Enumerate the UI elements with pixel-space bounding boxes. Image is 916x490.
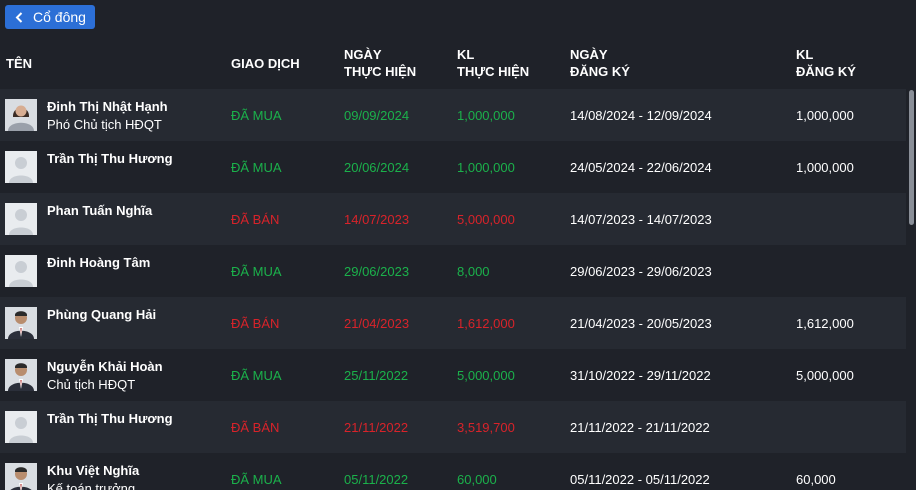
transaction-type: ĐÃ MUA (231, 108, 282, 123)
exec-volume: 8,000 (457, 264, 490, 279)
reg-volume: 1,612,000 (796, 316, 854, 331)
chevron-left-icon (15, 11, 23, 23)
table-row[interactable]: Trần Thị Thu Hương ĐÃ BÁN 21/11/2022 3,519,… (0, 401, 906, 453)
avatar (5, 99, 37, 131)
avatar (5, 307, 37, 339)
reg-volume: 1,000,000 (796, 108, 854, 123)
exec-date: 09/09/2024 (344, 108, 410, 123)
reg-volume: 1,000,000 (796, 160, 854, 175)
exec-volume: 5,000,000 (457, 368, 515, 383)
shareholder-name[interactable]: Phùng Quang Hải (47, 307, 156, 322)
shareholder-name[interactable]: Khu Việt Nghĩa (47, 463, 139, 478)
shareholder-title: Kế toán trưởng (47, 481, 136, 490)
exec-date: 20/06/2024 (344, 160, 410, 175)
column-header-line: KL (796, 47, 814, 62)
transaction-type: ĐÃ MUA (231, 160, 282, 175)
transaction-type: ĐÃ MUA (231, 368, 282, 383)
shareholder-title: Chủ tịch HĐQT (47, 377, 136, 392)
shareholder-name[interactable]: Đinh Thị Nhật Hạnh (47, 99, 168, 114)
shareholder-name[interactable]: Đinh Hoàng Tâm (47, 255, 150, 270)
avatar (5, 255, 37, 287)
exec-volume: 5,000,000 (457, 212, 515, 227)
table-row[interactable]: Phùng Quang Hải ĐÃ BÁN 21/04/2023 1,612,000… (0, 297, 906, 349)
column-header-line: KL (457, 47, 475, 62)
exec-volume: 3,519,700 (457, 420, 515, 435)
table-row[interactable]: Nguyễn Khải Hoàn Chủ tịch HĐQT ĐÃ MUA 25/11… (0, 349, 906, 401)
table-row[interactable]: Đinh Hoàng Tâm ĐÃ MUA 29/06/2023 8,000 29/06… (0, 245, 906, 297)
column-header-line: THỰC HIỆN (457, 64, 530, 79)
exec-date: 25/11/2022 (344, 368, 409, 383)
reg-date-range: 24/05/2024 - 22/06/2024 (570, 160, 712, 175)
transaction-type: ĐÃ MUA (231, 264, 282, 279)
shareholder-name[interactable]: Phan Tuấn Nghĩa (47, 203, 152, 218)
column-header-exec-date: NGÀY THỰC HIỆN (344, 46, 416, 80)
reg-date-range: 14/08/2024 - 12/09/2024 (570, 108, 712, 123)
exec-volume: 1,000,000 (457, 160, 515, 175)
avatar (5, 411, 37, 443)
transaction-type: ĐÃ BÁN (231, 212, 280, 227)
avatar (5, 151, 37, 183)
back-button-label: Cổ đông (33, 9, 86, 25)
shareholder-title: Phó Chủ tịch HĐQT (47, 117, 162, 132)
column-header-line: ĐĂNG KÝ (796, 64, 856, 79)
shareholder-name[interactable]: Trần Thị Thu Hương (47, 411, 173, 426)
column-header-name: TÊN (6, 56, 32, 71)
column-header-line: NGÀY (344, 47, 382, 62)
column-header-line: ĐĂNG KÝ (570, 64, 630, 79)
exec-volume: 1,000,000 (457, 108, 515, 123)
reg-volume: 60,000 (796, 472, 836, 487)
table-header: TÊN GIAO DỊCH NGÀY THỰC HIỆN KL THỰC HIỆ… (0, 38, 916, 90)
exec-date: 29/06/2023 (344, 264, 410, 279)
reg-date-range: 21/11/2022 - 21/11/2022 (570, 420, 710, 435)
reg-date-range: 14/07/2023 - 14/07/2023 (570, 212, 712, 227)
exec-date: 21/04/2023 (344, 316, 410, 331)
reg-date-range: 21/04/2023 - 20/05/2023 (570, 316, 712, 331)
transaction-type: ĐÃ BÁN (231, 420, 280, 435)
column-header-reg-date: NGÀY ĐĂNG KÝ (570, 46, 630, 80)
column-header-transaction: GIAO DỊCH (231, 56, 300, 71)
column-header-reg-volume: KL ĐĂNG KÝ (796, 46, 856, 80)
reg-volume: 5,000,000 (796, 368, 854, 383)
shareholder-name[interactable]: Nguyễn Khải Hoàn (47, 359, 163, 374)
scrollbar[interactable] (909, 90, 914, 225)
column-header-exec-volume: KL THỰC HIỆN (457, 46, 529, 80)
avatar (5, 463, 37, 490)
shareholder-name[interactable]: Trần Thị Thu Hương (47, 151, 173, 166)
reg-date-range: 29/06/2023 - 29/06/2023 (570, 264, 712, 279)
reg-date-range: 05/11/2022 - 05/11/2022 (570, 472, 710, 487)
column-header-line: THỰC HIỆN (344, 64, 417, 79)
avatar (5, 359, 37, 391)
table-row[interactable]: Trần Thị Thu Hương ĐÃ MUA 20/06/2024 1,000,… (0, 141, 906, 193)
column-header-line: NGÀY (570, 47, 608, 62)
transaction-type: ĐÃ BÁN (231, 316, 280, 331)
exec-date: 05/11/2022 (344, 472, 409, 487)
transaction-type: ĐÃ MUA (231, 472, 282, 487)
table-row[interactable]: Phan Tuấn Nghĩa ĐÃ BÁN 14/07/2023 5,000,000… (0, 193, 906, 245)
table-row[interactable]: Đinh Thị Nhật Hạnh Phó Chủ tịch HĐQT ĐÃ MU… (0, 89, 906, 141)
exec-date: 21/11/2022 (344, 420, 409, 435)
transactions-table: Đinh Thị Nhật Hạnh Phó Chủ tịch HĐQT ĐÃ MU… (0, 89, 906, 490)
reg-date-range: 31/10/2022 - 29/11/2022 (570, 368, 711, 383)
exec-date: 14/07/2023 (344, 212, 410, 227)
back-button[interactable]: Cổ đông (5, 5, 95, 29)
exec-volume: 60,000 (457, 472, 497, 487)
table-row[interactable]: Khu Việt Nghĩa Kế toán trưởng ĐÃ MUA 05/11/… (0, 453, 906, 490)
avatar (5, 203, 37, 235)
exec-volume: 1,612,000 (457, 316, 515, 331)
